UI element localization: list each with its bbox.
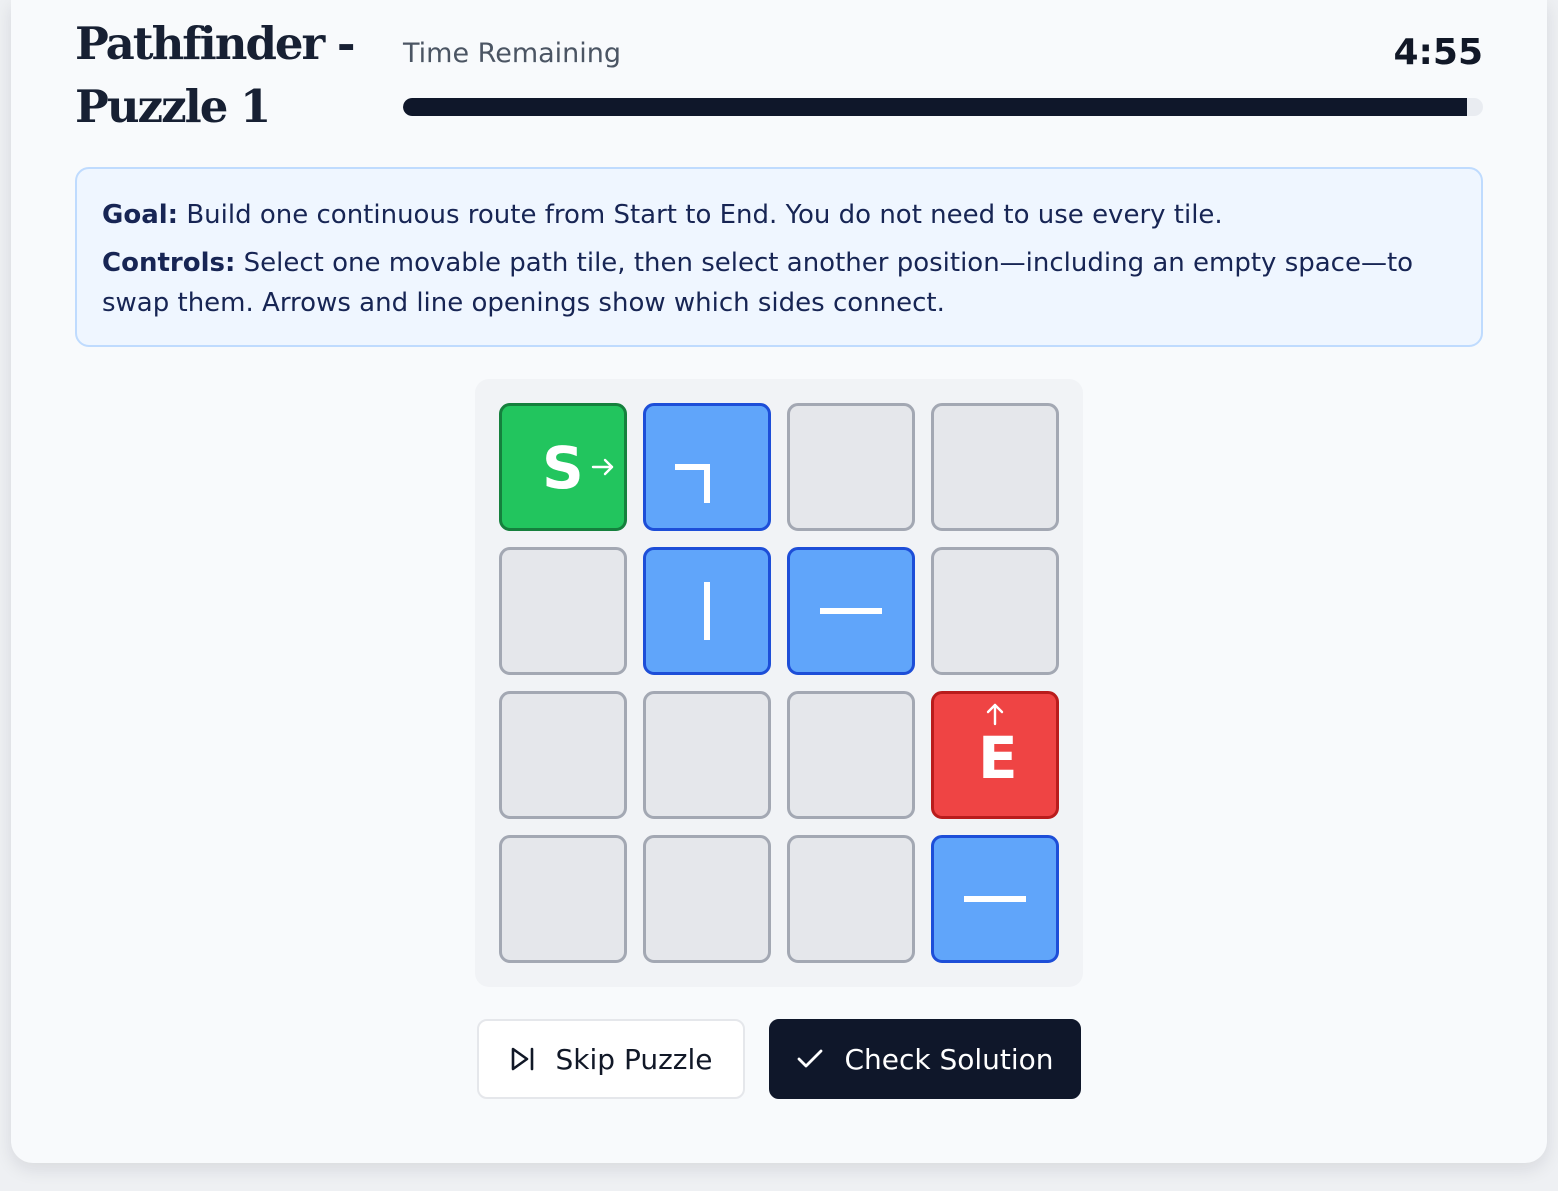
timer-label: Time Remaining: [403, 38, 622, 69]
check-solution-label: Check Solution: [844, 1042, 1054, 1076]
check-icon: [796, 1047, 824, 1071]
horizontal-path-icon: [964, 896, 1026, 902]
check-solution-button[interactable]: Check Solution: [769, 1019, 1081, 1099]
horizontal-path-icon: [820, 608, 882, 614]
start-tile[interactable]: S: [499, 403, 627, 531]
end-tile[interactable]: E: [931, 691, 1059, 819]
empty-tile[interactable]: [931, 547, 1059, 675]
empty-tile[interactable]: [499, 835, 627, 963]
skip-forward-icon: [510, 1046, 536, 1072]
path-tile-horizontal[interactable]: [931, 835, 1059, 963]
time-progress-fill: [403, 98, 1467, 116]
controls-text: Select one movable path tile, then selec…: [102, 248, 1414, 318]
controls-instruction: Controls: Select one movable path tile, …: [102, 243, 1457, 323]
timer-value: 4:55: [1393, 32, 1483, 73]
corner-left-down-path-icon: [675, 464, 710, 503]
game-card: Pathfinder - Puzzle 1 Time Remaining 4:5…: [11, 0, 1547, 1163]
vertical-path-icon: [704, 582, 710, 640]
empty-tile[interactable]: [787, 403, 915, 531]
path-tile-corner-left-down[interactable]: [643, 403, 771, 531]
puzzle-board: SE: [475, 379, 1083, 987]
skip-puzzle-button[interactable]: Skip Puzzle: [477, 1019, 745, 1099]
end-letter: E: [978, 724, 1018, 792]
arrow-right-icon: [591, 458, 614, 476]
empty-tile[interactable]: [787, 691, 915, 819]
skip-puzzle-label: Skip Puzzle: [555, 1042, 713, 1076]
path-tile-horizontal[interactable]: [787, 547, 915, 675]
goal-label: Goal:: [102, 200, 179, 230]
goal-instruction: Goal: Build one continuous route from St…: [102, 195, 1457, 235]
path-tile-vertical[interactable]: [643, 547, 771, 675]
page-title: Pathfinder - Puzzle 1: [75, 17, 356, 133]
time-progress-bar: [403, 98, 1483, 116]
empty-tile[interactable]: [643, 691, 771, 819]
empty-tile[interactable]: [499, 691, 627, 819]
empty-tile[interactable]: [643, 835, 771, 963]
instructions-panel: Goal: Build one continuous route from St…: [75, 167, 1483, 347]
controls-label: Controls:: [102, 248, 236, 278]
empty-tile[interactable]: [499, 547, 627, 675]
empty-tile[interactable]: [787, 835, 915, 963]
empty-tile[interactable]: [931, 403, 1059, 531]
goal-text: Build one continuous route from Start to…: [186, 200, 1223, 230]
